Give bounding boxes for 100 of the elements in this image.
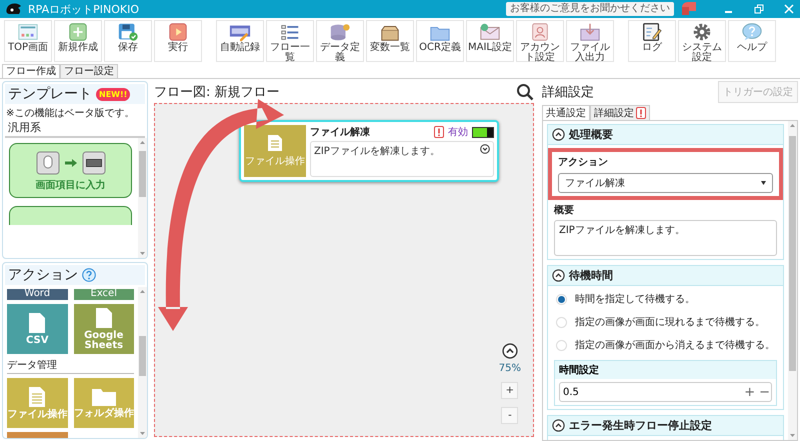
scrollbar-thumb[interactable] [789,136,796,371]
tile-label: ファイル操作 [7,410,68,420]
document-icon [267,134,283,152]
toolbar-button[interactable]: フロー一覧 [266,20,314,62]
plus-icon [67,22,89,42]
collapse-icon[interactable] [552,419,565,432]
collapse-icon[interactable] [552,128,565,141]
close-icon[interactable] [784,4,794,14]
collapse-icon[interactable] [502,343,518,359]
logo-icon [6,2,22,16]
restore-icon[interactable] [754,4,764,14]
window-title: RPAロボットPINOKIO [28,2,140,16]
node-title: ファイル解凍 [310,126,371,139]
toolbar-button[interactable]: データ定義 [316,20,364,62]
document-icon [28,312,46,334]
node-description: ZIPファイルを解凍します。 [314,144,440,159]
toolbar-button[interactable]: 自動記録 [216,20,264,62]
toolbar-button[interactable]: システム設定 [678,20,726,62]
flow-canvas[interactable]: ファイル操作 ファイル解凍 有効 ZIPファイルを解凍します。 75% + - [154,103,534,437]
download-icon [579,22,601,42]
collapse-icon[interactable] [552,269,565,282]
scrollbar-thumb[interactable] [139,336,146,376]
card-label: 画面項目に入力 [36,178,106,192]
tile-label: Excel [90,289,117,299]
toolbar-button[interactable]: TOP画面 [4,20,52,62]
tab[interactable]: 詳細設定 [590,105,650,120]
radio-button[interactable] [556,340,567,350]
field-label: 概要 [554,204,575,217]
feedback-link[interactable]: お客様のご意見をお聞かせください [506,2,674,16]
panel-title: アクション [8,266,78,284]
list-icon [279,22,301,42]
panel-title: テンプレート [8,85,92,103]
field-label: アクション [558,156,609,169]
action-tile[interactable]: Word [7,288,68,300]
folder-icon [90,386,117,406]
zoom-out-button[interactable]: - [501,407,518,424]
document-icon [28,386,46,408]
envelope-icon [479,22,501,42]
status-label: 有効 [448,126,468,139]
tile-label: Google Sheets [83,330,124,350]
search-icon[interactable] [516,83,534,101]
clipboard-pencil-icon [641,22,663,42]
increment-button[interactable]: + [743,384,756,400]
mouse-icon [36,151,60,175]
section-title: 処理概要 [569,127,613,142]
beta-note: ※この機能はベータ版です。 [5,106,136,120]
radio-label: 指定の画像が画面から消えるまで待機する。 [575,338,775,352]
summary-textarea[interactable]: ZIPファイルを解凍します。 [554,220,777,256]
keyboard-icon [82,151,106,175]
screen-icon [17,22,39,42]
field-label: 時間設定 [555,361,776,379]
number-input[interactable]: 0.5 + − [559,382,772,402]
section-title: エラー発生時フロー停止設定 [569,418,712,433]
scrollbar-thumb[interactable] [139,151,146,197]
tab[interactable]: 共通設定 [542,105,590,120]
section-title: 待機時間 [569,268,613,283]
zoom-level: 75% [498,363,521,374]
toolbar-button[interactable]: アカウント設定 [516,20,564,62]
radio-label: 時間を指定して待機する。 [575,292,695,306]
help-icon [741,22,763,42]
toolbar-button[interactable]: 実行 [154,20,202,62]
tab[interactable]: フロー作成 [2,64,60,78]
tab[interactable]: フロー設定 [60,64,118,78]
toolbar-button[interactable]: ファイル入出力 [566,20,614,62]
person-card-icon [529,22,551,42]
tile-label: フォルダ操作 [74,408,134,418]
radio-button[interactable] [556,294,567,304]
new-badge: NEW!! [96,88,130,100]
toolbar-button[interactable]: ヘルプ [728,20,776,62]
decrement-button[interactable]: − [758,384,771,400]
category-heading: 汎用系 [5,120,145,138]
radio-label: 指定の画像が画面に現れるまで待機する。 [575,316,765,329]
document-icon [94,306,113,328]
template-card[interactable] [9,206,132,225]
toolbar-button[interactable]: 新規作成 [54,20,102,62]
help-icon[interactable] [82,268,96,282]
mailbox-icon[interactable] [680,1,698,17]
action-select[interactable]: ファイル解凍 [558,173,773,193]
toolbar-button[interactable]: 保存 [104,20,152,62]
zoom-in-button[interactable]: + [501,382,518,399]
flow-node[interactable]: ファイル操作 ファイル解凍 有効 ZIPファイルを解凍します。 [239,120,499,182]
settings-icon [691,22,713,42]
toolbar-button[interactable]: OCR定義 [416,20,464,62]
floppy-disk-icon [117,22,139,42]
tile-label: Word [24,289,50,299]
radio-button[interactable] [556,316,567,328]
arrow-icon [64,159,76,167]
panel-title: 詳細設定 [542,84,594,101]
play-icon [167,22,189,42]
category-heading: データ管理 [7,358,134,374]
caret-icon [761,181,766,185]
expand-icon[interactable] [480,144,490,154]
database-gear-icon [329,22,351,42]
toolbar-button[interactable]: ログ [628,20,676,62]
toggle-switch[interactable] [472,126,494,138]
toolbar-button[interactable]: 変数一覧 [366,20,414,62]
tile-label: CSV [26,336,48,346]
tile-label: ファイル操作 [245,155,305,168]
flow-title: フロー図: 新規フロー [154,84,280,101]
toolbar-button[interactable]: MAIL設定 [466,20,514,62]
